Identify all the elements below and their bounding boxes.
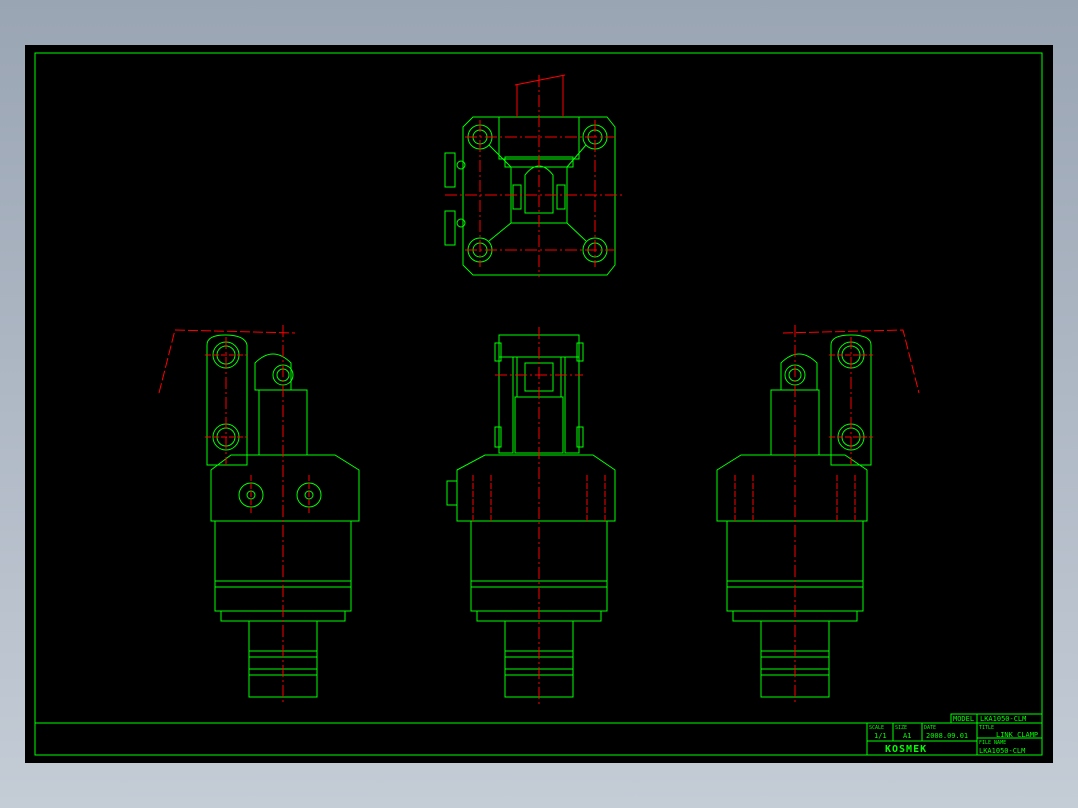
file-name-value: LKA1050-CLM: [979, 747, 1025, 755]
plan-view-centerlines: [445, 74, 625, 277]
drawing-line: [514, 74, 566, 86]
left-elevation-phantom: [158, 325, 310, 705]
drawing-line: [566, 222, 587, 242]
front-upper-body: [456, 454, 616, 522]
scale-label: SCALE: [869, 725, 884, 731]
title-label: TITLE: [979, 725, 994, 731]
plan-port-lower: [444, 210, 456, 246]
size-label: SIZE: [895, 725, 907, 731]
title-value: LINK CLAMP: [996, 731, 1038, 739]
front-side-port: [446, 480, 458, 506]
cad-drawing: SCALE 1/1 SIZE A1 DATE 2008.09.01 MODEL …: [34, 52, 1043, 756]
front-elevation: [446, 334, 616, 698]
model-label: MODEL: [953, 715, 974, 723]
size-value: A1: [903, 732, 911, 740]
file-name-label: FILE NAME: [979, 740, 1006, 746]
plan-pin-left: [512, 184, 522, 210]
drawing-line: [566, 144, 587, 168]
drawing-line: [494, 426, 502, 448]
right-elevation-phantom: [734, 325, 920, 705]
plan-port-upper: [444, 152, 456, 188]
drawing-line: [576, 426, 584, 448]
plan-pin-right: [556, 184, 566, 210]
date-label: DATE: [924, 725, 936, 731]
title-block: SCALE 1/1 SIZE A1 DATE 2008.09.01 MODEL …: [866, 713, 1043, 756]
drawing-line: [488, 144, 512, 168]
plan-view: [444, 116, 616, 276]
company-logo: KOSMEK: [885, 744, 927, 755]
front-elevation-centerlines: [472, 327, 606, 705]
drawing-line: [488, 222, 512, 242]
right-elevation: [716, 334, 872, 698]
plan-port-hole-1: [456, 160, 466, 170]
model-value: LKA1050-CLM: [980, 715, 1026, 723]
scale-value: 1/1: [874, 732, 887, 740]
date-value: 2008.09.01: [926, 732, 968, 740]
drawing-line: [576, 342, 584, 362]
drawing-line: [158, 329, 296, 394]
drawing-viewport[interactable]: SCALE 1/1 SIZE A1 DATE 2008.09.01 MODEL …: [25, 45, 1053, 763]
plan-port-hole-2: [456, 218, 466, 228]
drawing-line: [494, 342, 502, 362]
front-rod-tower: [514, 396, 564, 454]
